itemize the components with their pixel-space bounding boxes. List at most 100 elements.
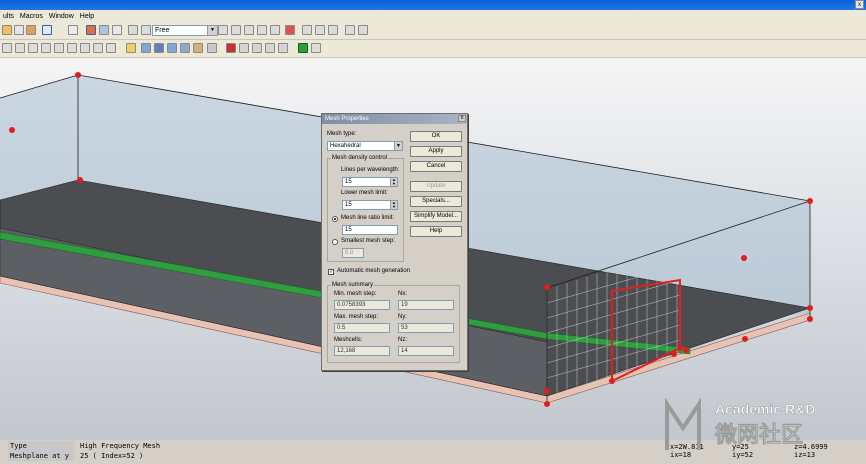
spinner-icon[interactable]: ▲ ▼ [390,201,397,209]
info-row: Type High Frequency Mesh [8,441,308,451]
mirror-icon[interactable] [244,25,254,35]
folder-icon[interactable] [126,43,136,53]
mesh-view-icon[interactable] [86,25,96,35]
ny-field: 53 [398,323,454,333]
pick-edge-icon[interactable] [26,25,36,35]
smallest-step-value: 0.0 [345,250,354,256]
ny-value: 53 [401,325,408,331]
cone-icon[interactable] [28,43,38,53]
chevron-down-icon: ▼ [207,26,217,35]
mesh-type-value: Hexahedral [330,143,361,149]
mesh-properties-dialog: Mesh Properties x Mesh type: Hexahedral … [321,113,468,371]
rotate-icon[interactable] [80,43,90,53]
lower-mesh-limit-input[interactable]: 15 ▲ ▼ [342,200,398,210]
cylinder-icon[interactable] [54,43,64,53]
pick-point-icon[interactable] [14,25,24,35]
mesh-type-label: Mesh type: [327,131,357,137]
close-shape-icon[interactable] [345,25,355,35]
min-step-field: 0.0758393 [334,300,390,310]
copy-icon[interactable] [68,25,78,35]
sphere-icon[interactable] [15,43,25,53]
select-tool-icon[interactable] [2,25,12,35]
blend-icon[interactable] [106,43,116,53]
delete-icon[interactable] [285,25,295,35]
mesh-settings-icon[interactable] [311,43,321,53]
ratio-limit-input[interactable]: 15 [342,225,398,235]
auto-mesh-label: Automatic mesh generation [337,268,411,274]
monitor-icon[interactable] [167,43,177,53]
cancel-button[interactable]: Cancel [410,161,462,172]
max-step-label: Max. mesh step: [334,314,379,320]
info-value: 25 ( Index=52 ) [80,452,144,460]
rotate-view-icon[interactable] [42,25,52,35]
polygon-icon[interactable] [67,43,77,53]
redo-icon[interactable] [141,25,151,35]
ok-button[interactable]: OK [410,131,462,142]
lines-per-wavelength-value: 15 [345,179,352,185]
undo-icon[interactable] [128,25,138,35]
toolbar-top: Free ▼ [0,22,866,40]
smallest-step-radio[interactable] [332,239,338,245]
ratio-limit-label: Mesh line ratio limit: [341,215,395,221]
bounding-box-icon[interactable] [99,25,109,35]
nx-label: Nx: [398,291,407,297]
specials-button[interactable]: Specials... [410,196,462,207]
lines-per-wavelength-label: Lines per wavelength: [341,167,400,173]
mode-select-value: Free [155,27,170,34]
dialog-close-button[interactable]: x [458,115,466,122]
simplify-model-button[interactable]: Simplify Model... [410,211,462,222]
help-button[interactable]: Help [410,226,462,237]
apply-button[interactable]: Apply [410,146,462,157]
brick-icon[interactable] [2,43,12,53]
frequency-icon[interactable] [207,43,217,53]
nx-value: 19 [401,302,408,308]
auto-mesh-checkbox[interactable]: ✓ [328,269,334,275]
torus-icon[interactable] [41,43,51,53]
units-icon[interactable] [278,43,288,53]
loft-icon[interactable] [93,43,103,53]
menu-item-help[interactable]: Help [77,13,97,20]
info-key: Type [8,441,74,451]
info-value: High Frequency Mesh [80,442,161,450]
arc-icon[interactable] [328,25,338,35]
probe-icon[interactable] [154,43,164,53]
port-icon[interactable] [141,43,151,53]
ratio-limit-radio[interactable] [332,216,338,222]
mesh-type-select[interactable]: Hexahedral ▼ [327,141,403,151]
transform-icon[interactable] [231,25,241,35]
meshcells-label: Meshcells: [334,337,363,343]
update-button[interactable]: Update [410,181,462,192]
ratio-limit-value: 15 [345,227,352,233]
chevron-down-icon: ▼ [394,142,402,150]
window-close-button[interactable]: x [855,0,864,9]
scale-icon[interactable] [257,25,267,35]
watermark-line1: Academic R&D [715,401,815,417]
extrude-icon[interactable] [358,25,368,35]
start-solver-icon[interactable] [226,43,236,53]
array-icon[interactable] [270,25,280,35]
menu-item-window[interactable]: Window [46,13,77,20]
lower-mesh-limit-value: 15 [345,202,352,208]
wand-icon[interactable] [112,25,122,35]
lower-mesh-limit-label: Lower mesh limit: [341,190,388,196]
menu-item-macros[interactable]: Macros [17,13,46,20]
mode-select[interactable]: Free ▼ [152,25,218,36]
material-icon[interactable] [193,43,203,53]
mesh-icon[interactable] [298,43,308,53]
symmetry-icon[interactable] [252,43,262,53]
menu-item-results[interactable]: ults [0,13,17,20]
line-icon[interactable] [302,25,312,35]
mesh-density-group-title: Mesh density control [331,155,389,161]
smallest-step-input[interactable]: 0.0 [342,248,364,258]
info-table: Type High Frequency Mesh Meshplane at y … [8,441,308,461]
align-icon[interactable] [218,25,228,35]
lines-per-wavelength-input[interactable]: 15 ▲ ▼ [342,177,398,187]
meshcells-value: 12,168 [337,348,356,354]
max-step-value: 0.5 [337,325,346,331]
background-icon[interactable] [265,43,275,53]
boundary-icon[interactable] [239,43,249,53]
field-icon[interactable] [180,43,190,53]
spinner-icon[interactable]: ▲ ▼ [390,178,397,186]
circle-icon[interactable] [315,25,325,35]
toolbar-bottom [0,40,866,58]
